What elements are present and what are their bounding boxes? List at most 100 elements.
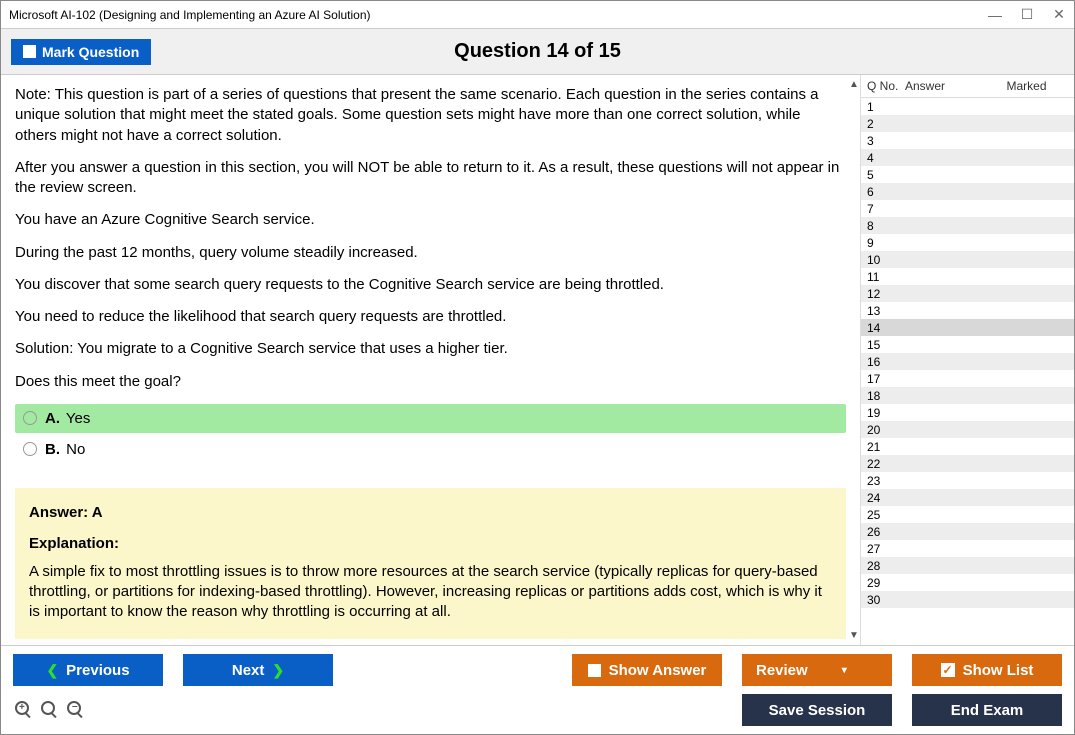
qno-cell: 23	[867, 474, 905, 488]
col-marked: Marked	[985, 79, 1068, 93]
list-item[interactable]: 18	[861, 387, 1074, 404]
maximize-icon[interactable]: ☐	[1020, 8, 1034, 22]
question-text: You need to reduce the likelihood that s…	[15, 307, 846, 327]
question-text: After you answer a question in this sect…	[15, 158, 846, 199]
button-label: Previous	[66, 662, 129, 679]
option-letter: B.	[45, 441, 60, 458]
list-item[interactable]: 8	[861, 217, 1074, 234]
list-item[interactable]: 26	[861, 523, 1074, 540]
question-text: Note: This question is part of a series …	[15, 85, 846, 146]
question-counter: Question 14 of 15	[454, 40, 621, 63]
list-item[interactable]: 20	[861, 421, 1074, 438]
window-title: Microsoft AI-102 (Designing and Implemen…	[9, 8, 988, 22]
list-item[interactable]: 24	[861, 489, 1074, 506]
window-controls: — ☐ ✕	[988, 8, 1066, 22]
button-label: End Exam	[951, 702, 1024, 719]
qno-cell: 25	[867, 508, 905, 522]
button-label: Show Answer	[609, 662, 707, 679]
list-item[interactable]: 6	[861, 183, 1074, 200]
qno-cell: 19	[867, 406, 905, 420]
qno-cell: 8	[867, 219, 905, 233]
qno-cell: 3	[867, 134, 905, 148]
list-item[interactable]: 21	[861, 438, 1074, 455]
list-item[interactable]: 30	[861, 591, 1074, 608]
qno-cell: 21	[867, 440, 905, 454]
main-column: ▲ Note: This question is part of a serie…	[1, 75, 860, 645]
list-item[interactable]: 3	[861, 132, 1074, 149]
qno-cell: 4	[867, 151, 905, 165]
question-text: You have an Azure Cognitive Search servi…	[15, 210, 846, 230]
save-session-button[interactable]: Save Session	[742, 694, 892, 726]
end-exam-button[interactable]: End Exam	[912, 694, 1062, 726]
question-scroll[interactable]: Note: This question is part of a series …	[1, 75, 860, 645]
question-list[interactable]: 1234567891011121314151617181920212223242…	[861, 98, 1074, 645]
list-item[interactable]: 7	[861, 200, 1074, 217]
list-item[interactable]: 9	[861, 234, 1074, 251]
list-item[interactable]: 15	[861, 336, 1074, 353]
show-answer-button[interactable]: Show Answer	[572, 654, 722, 686]
list-item[interactable]: 22	[861, 455, 1074, 472]
qno-cell: 24	[867, 491, 905, 505]
list-item[interactable]: 16	[861, 353, 1074, 370]
zoom-reset-icon[interactable]	[39, 699, 61, 721]
list-item[interactable]: 14	[861, 319, 1074, 336]
explanation-text: A simple fix to most throttling issues i…	[29, 562, 832, 623]
option-b[interactable]: B. No	[15, 435, 846, 464]
list-item[interactable]: 1	[861, 98, 1074, 115]
col-qno: Q No.	[867, 79, 905, 93]
list-item[interactable]: 13	[861, 302, 1074, 319]
question-text: Solution: You migrate to a Cognitive Sea…	[15, 339, 846, 359]
zoom-controls	[13, 699, 87, 721]
explanation-panel: Answer: A Explanation: A simple fix to m…	[15, 488, 846, 639]
mark-question-button[interactable]: Mark Question	[11, 39, 151, 65]
list-item[interactable]: 19	[861, 404, 1074, 421]
option-text: No	[66, 441, 85, 458]
list-item[interactable]: 11	[861, 268, 1074, 285]
list-item[interactable]: 28	[861, 557, 1074, 574]
close-icon[interactable]: ✕	[1052, 8, 1066, 22]
list-item[interactable]: 12	[861, 285, 1074, 302]
footer-row-1: ❮ Previous Next ❯ Show Answer Review ▾ ✓…	[13, 654, 1062, 686]
footer: ❮ Previous Next ❯ Show Answer Review ▾ ✓…	[1, 645, 1074, 734]
qno-cell: 13	[867, 304, 905, 318]
next-button[interactable]: Next ❯	[183, 654, 333, 686]
chevron-down-icon: ▾	[842, 665, 847, 676]
question-header: Mark Question Question 14 of 15	[1, 29, 1074, 75]
col-answer: Answer	[905, 79, 985, 93]
button-label: Save Session	[769, 702, 866, 719]
show-list-button[interactable]: ✓ Show List	[912, 654, 1062, 686]
list-item[interactable]: 23	[861, 472, 1074, 489]
previous-button[interactable]: ❮ Previous	[13, 654, 163, 686]
option-letter: A.	[45, 410, 60, 427]
list-item[interactable]: 10	[861, 251, 1074, 268]
button-label: Review	[756, 662, 808, 679]
qno-cell: 11	[867, 270, 905, 284]
zoom-in-icon[interactable]	[13, 699, 35, 721]
list-item[interactable]: 4	[861, 149, 1074, 166]
option-a[interactable]: A. Yes	[15, 404, 846, 433]
qno-cell: 9	[867, 236, 905, 250]
zoom-out-icon[interactable]	[65, 699, 87, 721]
list-item[interactable]: 17	[861, 370, 1074, 387]
qno-cell: 16	[867, 355, 905, 369]
qno-cell: 18	[867, 389, 905, 403]
chevron-right-icon: ❯	[272, 662, 284, 679]
list-item[interactable]: 5	[861, 166, 1074, 183]
list-item[interactable]: 29	[861, 574, 1074, 591]
button-label: Show List	[963, 662, 1034, 679]
qno-cell: 12	[867, 287, 905, 301]
checkbox-checked-icon: ✓	[941, 663, 955, 677]
mark-label: Mark Question	[42, 44, 139, 60]
qno-cell: 6	[867, 185, 905, 199]
checkbox-empty-icon	[23, 45, 36, 58]
minimize-icon[interactable]: —	[988, 8, 1002, 22]
radio-icon	[23, 411, 37, 425]
scroll-down-icon[interactable]: ▼	[848, 630, 860, 641]
review-button[interactable]: Review ▾	[742, 654, 892, 686]
qno-cell: 10	[867, 253, 905, 267]
radio-icon	[23, 442, 37, 456]
list-item[interactable]: 27	[861, 540, 1074, 557]
list-item[interactable]: 25	[861, 506, 1074, 523]
qno-cell: 26	[867, 525, 905, 539]
list-item[interactable]: 2	[861, 115, 1074, 132]
